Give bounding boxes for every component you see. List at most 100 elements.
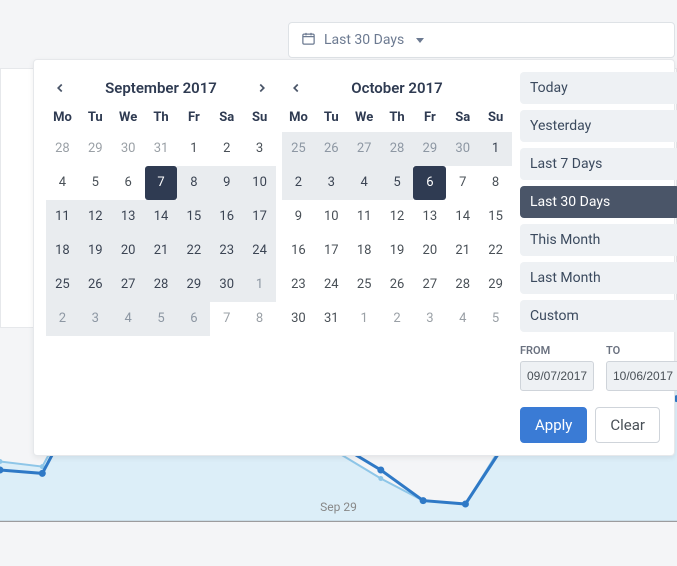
day-cell[interactable]: 2 [282,166,315,200]
day-cell[interactable]: 10 [315,200,348,234]
day-cell[interactable]: 5 [479,302,512,336]
day-cell[interactable]: 10 [243,166,276,200]
day-cell[interactable]: 20 [112,234,145,268]
day-cell[interactable]: 26 [381,268,414,302]
day-cell[interactable]: 4 [446,302,479,336]
day-cell[interactable]: 3 [79,302,112,336]
preset-yesterday[interactable]: Yesterday [520,110,677,142]
day-cell[interactable]: 22 [177,234,210,268]
prev-month-button[interactable] [46,74,74,102]
day-cell[interactable]: 24 [315,268,348,302]
day-cell[interactable]: 8 [243,302,276,336]
day-cell[interactable]: 29 [177,268,210,302]
day-cell[interactable]: 30 [210,268,243,302]
day-cell[interactable]: 20 [413,234,446,268]
day-cell[interactable]: 19 [79,234,112,268]
day-cell[interactable]: 11 [348,200,381,234]
day-cell[interactable]: 13 [413,200,446,234]
day-cell[interactable]: 28 [46,132,79,166]
day-cell[interactable]: 5 [381,166,414,200]
day-cell[interactable]: 29 [479,268,512,302]
day-cell[interactable]: 31 [145,132,178,166]
day-cell[interactable]: 21 [145,234,178,268]
day-cell[interactable]: 23 [210,234,243,268]
day-cell[interactable]: 16 [282,234,315,268]
day-cell[interactable]: 21 [446,234,479,268]
day-cell[interactable]: 13 [112,200,145,234]
apply-button[interactable]: Apply [520,407,587,443]
calendar-left: September 2017 MoTuWeThFrSaSu 2829303112… [46,72,276,443]
day-cell[interactable]: 12 [381,200,414,234]
day-cell[interactable]: 28 [446,268,479,302]
clear-button[interactable]: Clear [595,407,660,443]
day-cell[interactable]: 6 [413,166,446,200]
day-cell[interactable]: 2 [381,302,414,336]
day-cell[interactable]: 29 [413,132,446,166]
day-cell[interactable]: 18 [348,234,381,268]
day-cell[interactable]: 17 [243,200,276,234]
day-cell[interactable]: 4 [46,166,79,200]
day-cell[interactable]: 4 [348,166,381,200]
day-cell[interactable]: 19 [381,234,414,268]
next-month-button-left[interactable] [248,74,276,102]
day-cell[interactable]: 7 [446,166,479,200]
day-cell[interactable]: 3 [243,132,276,166]
day-cell[interactable]: 14 [446,200,479,234]
day-cell[interactable]: 8 [479,166,512,200]
day-cell[interactable]: 1 [243,268,276,302]
day-cell[interactable]: 30 [112,132,145,166]
preset-this-month[interactable]: This Month [520,224,677,256]
day-cell[interactable]: 27 [112,268,145,302]
day-cell[interactable]: 5 [79,166,112,200]
day-cell[interactable]: 3 [315,166,348,200]
day-cell[interactable]: 3 [413,302,446,336]
day-cell[interactable]: 16 [210,200,243,234]
day-cell[interactable]: 27 [413,268,446,302]
day-cell[interactable]: 26 [315,132,348,166]
prev-month-button-right[interactable] [282,74,310,102]
day-cell[interactable]: 15 [479,200,512,234]
day-cell[interactable]: 1 [479,132,512,166]
preset-today[interactable]: Today [520,72,677,104]
day-cell[interactable]: 14 [145,200,178,234]
date-range-toggle[interactable]: Last 30 Days [288,22,675,58]
day-cell[interactable]: 1 [348,302,381,336]
day-cell[interactable]: 27 [348,132,381,166]
day-cell[interactable]: 12 [79,200,112,234]
day-cell[interactable]: 28 [381,132,414,166]
day-cell[interactable]: 25 [46,268,79,302]
day-cell[interactable]: 24 [243,234,276,268]
day-cell[interactable]: 9 [210,166,243,200]
day-cell[interactable]: 4 [112,302,145,336]
day-cell[interactable]: 15 [177,200,210,234]
preset-custom[interactable]: Custom [520,300,677,332]
day-cell[interactable]: 7 [210,302,243,336]
day-cell[interactable]: 23 [282,268,315,302]
preset-last30[interactable]: Last 30 Days [520,186,677,218]
day-cell[interactable]: 25 [282,132,315,166]
day-cell[interactable]: 26 [79,268,112,302]
day-cell[interactable]: 7 [145,166,178,200]
day-cell[interactable]: 9 [282,200,315,234]
from-date-input[interactable] [520,361,594,391]
day-cell[interactable]: 31 [315,302,348,336]
day-cell[interactable]: 11 [46,200,79,234]
day-cell[interactable]: 30 [282,302,315,336]
day-cell[interactable]: 18 [46,234,79,268]
preset-last7[interactable]: Last 7 Days [520,148,677,180]
day-cell[interactable]: 25 [348,268,381,302]
preset-last-month[interactable]: Last Month [520,262,677,294]
day-cell[interactable]: 5 [145,302,178,336]
day-cell[interactable]: 22 [479,234,512,268]
day-cell[interactable]: 2 [210,132,243,166]
day-cell[interactable]: 17 [315,234,348,268]
day-cell[interactable]: 1 [177,132,210,166]
day-cell[interactable]: 2 [46,302,79,336]
day-cell[interactable]: 28 [145,268,178,302]
day-cell[interactable]: 6 [112,166,145,200]
day-cell[interactable]: 6 [177,302,210,336]
day-cell[interactable]: 29 [79,132,112,166]
day-cell[interactable]: 30 [446,132,479,166]
day-cell[interactable]: 8 [177,166,210,200]
to-date-input[interactable] [606,361,677,391]
